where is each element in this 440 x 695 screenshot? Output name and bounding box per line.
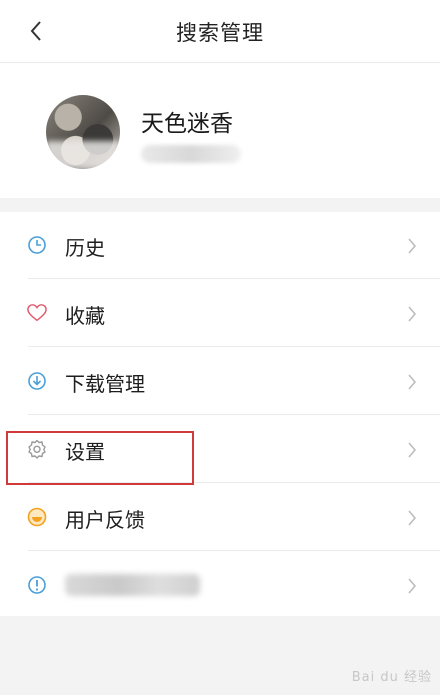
avatar[interactable] [46,95,120,169]
divider [28,550,440,551]
user-subtitle-blurred [141,145,241,163]
annotation-highlight-box [6,431,194,485]
menu-item-history[interactable]: 历史 [0,212,440,279]
chevron-right-icon [408,374,417,390]
menu-item-label: 用户反馈 [65,508,145,532]
watermark: Bai du 经验 [351,670,432,685]
clock-icon [27,235,47,255]
chevron-right-icon [408,578,417,594]
divider [28,414,440,415]
avatar-blur-overlay [46,140,120,169]
chevron-right-icon [408,510,417,526]
chevron-right-icon [408,238,417,254]
divider [28,278,440,279]
menu-item-downloads[interactable]: 下载管理 [0,348,440,415]
username: 天色迷香 [141,111,233,137]
menu-item-label: 下载管理 [65,372,145,396]
chevron-right-icon [408,442,417,458]
menu-item-favorites[interactable]: 收藏 [0,280,440,347]
divider [28,346,440,347]
chevron-right-icon [408,306,417,322]
download-icon [27,371,47,391]
menu-item-label: 收藏 [65,304,105,328]
user-profile-card[interactable]: 天色迷香 [0,63,440,198]
page-title: 搜索管理 [176,21,264,45]
menu-item-about[interactable] [0,552,440,619]
feedback-icon [27,507,47,527]
heart-icon [27,303,47,323]
top-bar: 搜索管理 [0,0,440,63]
menu-item-label: 历史 [65,236,105,260]
menu-list: 历史 收藏 下载管理 设置 用户反馈 [0,212,440,616]
menu-item-label-blurred [65,574,200,596]
menu-item-feedback[interactable]: 用户反馈 [0,484,440,551]
info-icon [27,575,47,595]
